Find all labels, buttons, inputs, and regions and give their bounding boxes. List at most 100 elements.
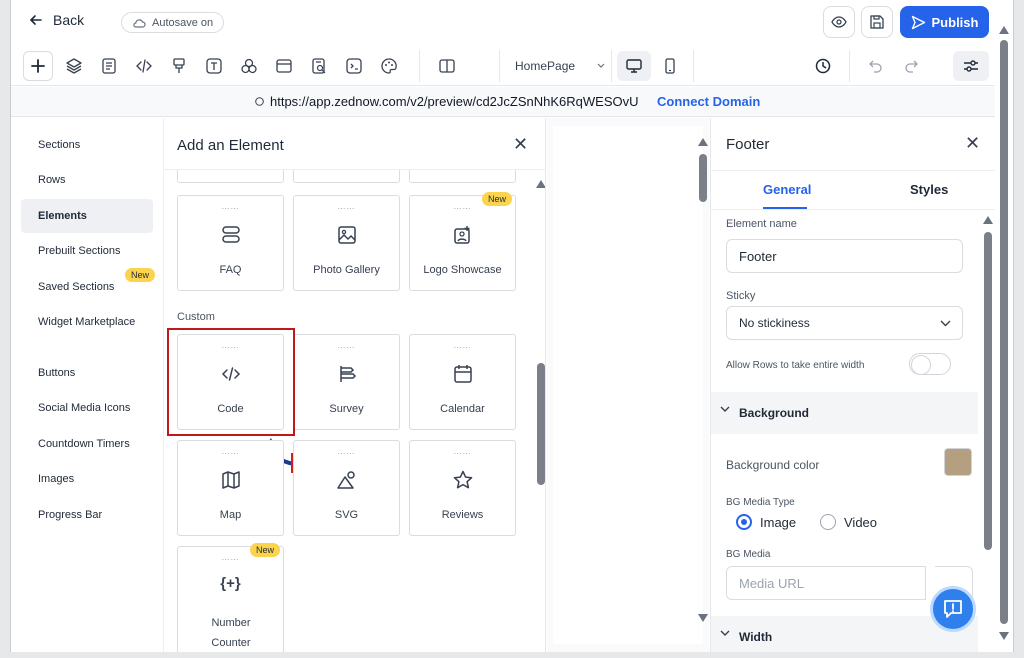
counter-icon: {+} — [220, 575, 241, 592]
chevron-down-icon — [940, 320, 951, 327]
preview-url[interactable]: https://app.zednow.com/v2/preview/cd2JcZ… — [255, 94, 639, 109]
history-button[interactable] — [808, 51, 838, 81]
card-label: Survey — [329, 403, 364, 415]
brush-button[interactable] — [164, 51, 194, 81]
media-type-video[interactable]: Video — [820, 514, 877, 530]
sidebar-item-elements[interactable]: Elements — [21, 199, 153, 233]
scroll-up-icon[interactable] — [698, 138, 708, 146]
layers-button[interactable] — [59, 51, 89, 81]
preview-button[interactable] — [823, 6, 855, 38]
drag-handle[interactable]: ⋯⋯ — [294, 449, 399, 458]
layout-button[interactable] — [269, 51, 299, 81]
mobile-view-button[interactable] — [655, 51, 685, 81]
sidebar-item-prebuilt-sections[interactable]: Prebuilt Sections — [21, 234, 153, 268]
save-button[interactable] — [861, 6, 893, 38]
palette-button[interactable] — [374, 51, 404, 81]
element-card-svg[interactable]: ⋯⋯ SVG — [293, 440, 400, 536]
settings-title: Footer — [726, 136, 770, 153]
bg-color-swatch[interactable] — [944, 448, 972, 476]
panel-scrollbar[interactable] — [537, 363, 545, 485]
top-bar: Back Autosave on Publish — [11, 0, 995, 44]
element-sidebar: Sections Rows Elements Prebuilt Sections… — [11, 118, 163, 652]
canvas-scrollbar[interactable] — [699, 154, 707, 202]
code-button[interactable] — [129, 51, 159, 81]
sidebar-item-images[interactable]: Images — [21, 462, 153, 496]
terminal-button[interactable] — [339, 51, 369, 81]
drag-handle[interactable]: ⋯⋯ — [410, 343, 515, 352]
element-card-map[interactable]: ⋯⋯ Map — [177, 440, 284, 536]
sidebar-item-buttons[interactable]: Buttons — [21, 356, 153, 390]
media-url-input[interactable]: Media URL — [726, 566, 926, 600]
text-button[interactable] — [199, 51, 229, 81]
layers-icon — [66, 58, 82, 74]
radio-image[interactable] — [736, 514, 752, 530]
allow-rows-toggle[interactable] — [909, 353, 951, 375]
element-card-photo-gallery[interactable]: ⋯⋯ Photo Gallery — [293, 195, 400, 291]
support-chat-button[interactable] — [930, 586, 976, 632]
text-icon — [206, 58, 222, 74]
card-label: Calendar — [440, 403, 485, 415]
element-card-faq[interactable]: ⋯⋯ FAQ — [177, 195, 284, 291]
connect-domain-link[interactable]: Connect Domain — [657, 94, 760, 109]
close-icon[interactable]: ✕ — [965, 133, 980, 154]
element-card-reviews[interactable]: ⋯⋯ Reviews — [409, 440, 516, 536]
radio-video[interactable] — [820, 514, 836, 530]
undo-button[interactable] — [861, 51, 891, 81]
settings-scrollbar[interactable] — [984, 232, 992, 550]
pages-button[interactable] — [94, 51, 124, 81]
page-canvas[interactable] — [553, 126, 703, 644]
scroll-up-icon[interactable] — [999, 26, 1009, 34]
card-label: Logo Showcase — [423, 264, 502, 276]
editor-window: Back Autosave on Publish HomePage https:… — [10, 0, 1014, 652]
element-card-number-counter[interactable]: New ⋯⋯ {+} Number Counter — [177, 543, 284, 652]
sidebar-item-rows[interactable]: Rows — [21, 163, 153, 197]
scroll-up-icon[interactable] — [536, 180, 546, 188]
drag-handle[interactable]: ⋯⋯ — [294, 343, 399, 352]
publish-button[interactable]: Publish — [900, 6, 989, 38]
card-label: Photo Gallery — [313, 264, 380, 276]
element-card-logo-showcase[interactable]: New ⋯⋯ Logo Showcase — [409, 192, 516, 291]
sticky-select[interactable]: No stickiness — [726, 306, 963, 340]
drag-handle[interactable]: ⋯⋯ — [178, 449, 283, 458]
drag-handle[interactable]: ⋯⋯ — [178, 555, 283, 564]
drag-handle[interactable]: ⋯⋯ — [178, 204, 283, 213]
sidebar-item-label: Elements — [38, 210, 87, 222]
element-card-calendar[interactable]: ⋯⋯ Calendar — [409, 334, 516, 430]
media-type-image[interactable]: Image — [736, 514, 796, 530]
drag-handle[interactable]: ⋯⋯ — [294, 204, 399, 213]
element-name-field[interactable]: Footer — [726, 239, 963, 273]
sidebar-item-label: Buttons — [38, 367, 76, 379]
sidebar-item-countdown-timers[interactable]: Countdown Timers — [21, 427, 153, 461]
element-card-survey[interactable]: ⋯⋯ Survey — [293, 334, 400, 430]
search-doc-icon — [312, 58, 326, 74]
page-select[interactable]: HomePage — [511, 53, 605, 79]
desktop-view-button[interactable] — [617, 51, 651, 81]
shapes-icon — [241, 58, 257, 74]
bg-media-type-label: BG Media Type — [726, 497, 795, 508]
custom-section-label: Custom — [177, 311, 215, 323]
sticky-label: Sticky — [726, 290, 756, 302]
sidebar-item-sections[interactable]: Sections — [21, 128, 153, 162]
sidebar-item-saved-sections[interactable]: Saved Sections New — [21, 268, 156, 304]
window-scrollbar[interactable] — [1000, 40, 1008, 624]
image-icon — [337, 226, 356, 244]
desktop-icon — [626, 59, 642, 73]
scroll-down-icon[interactable] — [698, 614, 708, 622]
scroll-up-icon[interactable] — [983, 216, 993, 224]
sidebar-item-progress-bar[interactable]: Progress Bar — [21, 498, 153, 532]
tab-general[interactable]: General — [763, 182, 811, 197]
drag-handle[interactable]: ⋯⋯ — [410, 449, 515, 458]
tab-styles[interactable]: Styles — [910, 182, 948, 197]
sidebar-item-widget-marketplace[interactable]: Widget Marketplace — [21, 305, 153, 339]
search-doc-button[interactable] — [304, 51, 334, 81]
background-section-header[interactable]: Background — [711, 392, 978, 434]
redo-button[interactable] — [896, 51, 926, 81]
add-button[interactable] — [23, 51, 53, 81]
drag-handle[interactable]: ⋯⋯ — [410, 204, 515, 213]
scroll-down-icon[interactable] — [999, 632, 1009, 640]
settings-button[interactable] — [953, 51, 989, 81]
split-view-button[interactable] — [432, 51, 462, 81]
back-button[interactable]: Back — [29, 12, 84, 28]
shapes-button[interactable] — [234, 51, 264, 81]
sidebar-item-social-media-icons[interactable]: Social Media Icons — [21, 391, 153, 425]
